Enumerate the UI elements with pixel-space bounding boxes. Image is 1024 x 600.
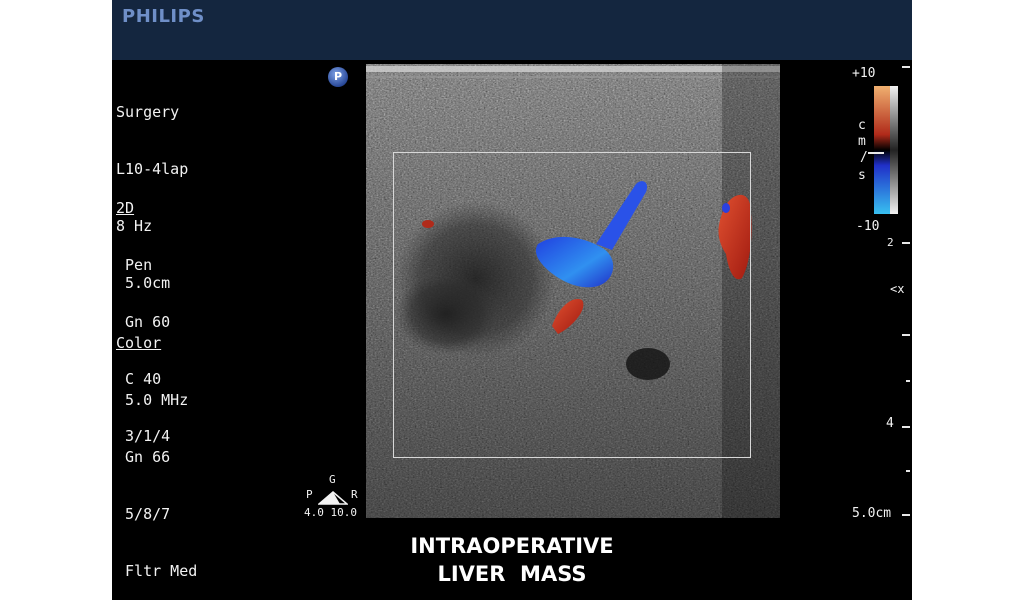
- depth-mark-2: 2: [887, 236, 894, 249]
- params-color-title: Color: [116, 334, 162, 352]
- velocity-max-label: +10: [852, 66, 876, 81]
- orient-r: R: [351, 488, 358, 501]
- preset-label: Surgery: [116, 103, 180, 121]
- unit-m: m: [858, 134, 866, 149]
- brand-logo: PHILIPS: [122, 6, 205, 27]
- header-bar: PHILIPS: [112, 0, 912, 60]
- orientation-triangle-icon: [318, 491, 348, 505]
- velocity-color-bar: [874, 86, 890, 214]
- depth-tick: [902, 242, 910, 244]
- p-badge-icon[interactable]: P: [328, 67, 348, 87]
- depth-mark-4: 4: [886, 416, 894, 431]
- image-caption: INTRAOPERATIVE LIVER MASS: [112, 532, 912, 588]
- unit-s: s: [858, 168, 866, 183]
- caption-line-2: LIVER MASS: [437, 562, 587, 586]
- params-color-line: 5/8/7: [116, 505, 171, 523]
- depth-tick: [906, 380, 910, 382]
- orient-g: G: [329, 473, 336, 486]
- params-2d-title: 2D: [116, 199, 135, 217]
- depth-tick: [902, 426, 910, 428]
- params-color-line: Gn 66: [116, 448, 171, 466]
- unit-slash: /: [860, 150, 868, 165]
- params-color-line: 5.0 MHz: [116, 391, 189, 409]
- orientation-marker: G P R 4.0 10.0: [304, 473, 364, 521]
- caption-line-1: INTRAOPERATIVE: [410, 534, 614, 558]
- depth-bottom-label: 5.0cm: [852, 506, 892, 521]
- scale-panel: +10 c m / s -10 2 <x 4 5.0cm: [852, 66, 912, 526]
- velocity-min-label: -10: [856, 219, 880, 234]
- unit-c: c: [858, 118, 866, 133]
- depth-tick: [902, 66, 910, 68]
- depth-tick: [902, 334, 910, 336]
- orient-values: 4.0 10.0: [304, 506, 357, 519]
- depth-tick: [902, 514, 910, 516]
- depth-tick: [906, 470, 910, 472]
- baseline-marker: [868, 152, 884, 154]
- ultrasound-display: PHILIPS Surgery L10-4lap 8 Hz 5.0cm 2D P…: [112, 0, 912, 600]
- focus-marker-icon[interactable]: <x: [890, 282, 904, 296]
- color-roi-box[interactable]: [393, 152, 751, 458]
- orient-p: P: [306, 488, 313, 501]
- params-2d-line: Pen: [116, 256, 153, 274]
- grayscale-bar: [890, 86, 898, 214]
